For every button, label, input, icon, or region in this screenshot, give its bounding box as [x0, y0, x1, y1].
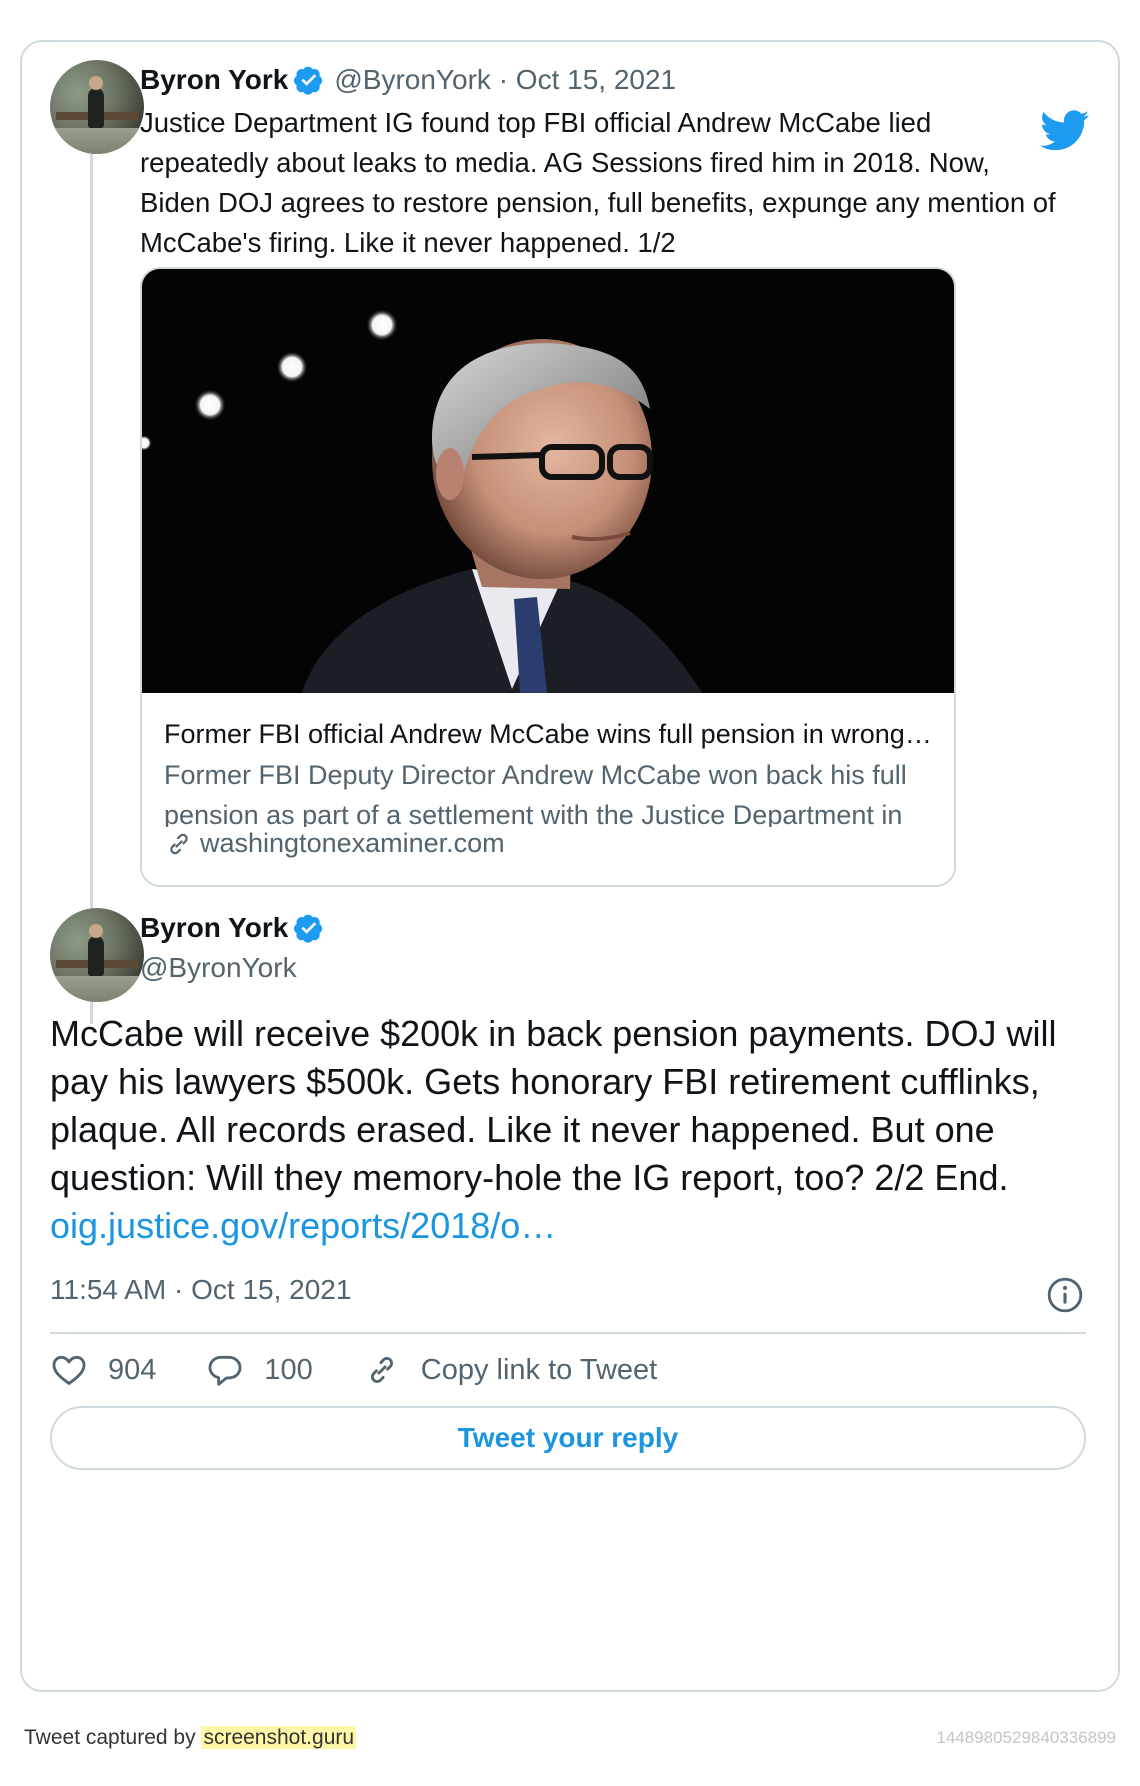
verified-badge-icon [294, 914, 323, 943]
author-name[interactable]: Byron York [140, 64, 288, 96]
link-icon [370, 1357, 393, 1383]
avatar[interactable] [50, 60, 144, 154]
divider [50, 1332, 1086, 1334]
tweet2-header-name: Byron York [140, 912, 334, 944]
copy-link-label: Copy link to Tweet [420, 1353, 658, 1386]
tweet1-text: Justice Department IG found top FBI offi… [140, 107, 1056, 258]
verified-badge-icon [294, 66, 323, 95]
like-count: 904 [108, 1353, 157, 1386]
footer-captured-by: Tweet captured by screenshot.guru [24, 1726, 357, 1750]
thread-connector-line [90, 154, 93, 1024]
reply-count: 100 [264, 1353, 313, 1386]
reply-button[interactable]: 100 [206, 1351, 313, 1389]
link-icon [170, 833, 188, 854]
tweet2-text: McCabe will receive $200k in back pensio… [50, 1013, 1057, 1198]
link-card-domain: washingtonexaminer.com [164, 828, 505, 859]
author-name[interactable]: Byron York [140, 912, 288, 944]
link-card-title: Former FBI official Andrew McCabe wins f… [164, 719, 934, 749]
heart-icon [52, 1355, 86, 1385]
author-handle-date[interactable]: @ByronYork · Oct 15, 2021 [334, 64, 676, 96]
tweet-actions: 904 100 Copy link to Tweet [50, 1348, 707, 1392]
article-photo [142, 269, 954, 693]
info-icon[interactable] [1046, 1276, 1084, 1314]
tweet2-text-block: McCabe will receive $200k in back pensio… [50, 1010, 1090, 1250]
captured-by-text: Tweet captured by [24, 1726, 196, 1749]
author-handle[interactable]: @ByronYork [140, 952, 297, 984]
link-card-description: Former FBI Deputy Director Andrew McCabe… [164, 760, 907, 827]
tweet2-link[interactable]: oig.justice.gov/reports/2018/o… [50, 1202, 1090, 1250]
like-button[interactable]: 904 [50, 1351, 156, 1389]
tweet-your-reply-button[interactable]: Tweet your reply [50, 1406, 1086, 1470]
tweet-timestamp[interactable]: 11:54 AM · Oct 15, 2021 [50, 1274, 351, 1306]
tweet-id: 1448980529840336899 [936, 1728, 1116, 1747]
tweet2-header-handle: @ByronYork [140, 952, 297, 984]
tweet1-header: Byron York @ByronYork · Oct 15, 2021 [140, 64, 676, 96]
copy-link-button[interactable]: Copy link to Tweet [363, 1351, 657, 1389]
domain-text: washingtonexaminer.com [200, 828, 505, 858]
avatar[interactable] [50, 908, 144, 1002]
tweet-card: Byron York @ByronYork · Oct 15, 2021 Jus… [20, 40, 1120, 1692]
screenshot-guru-link[interactable]: screenshot.guru [201, 1726, 357, 1749]
reply-icon [208, 1355, 242, 1386]
link-preview-card[interactable]: Former FBI official Andrew McCabe wins f… [140, 267, 956, 887]
